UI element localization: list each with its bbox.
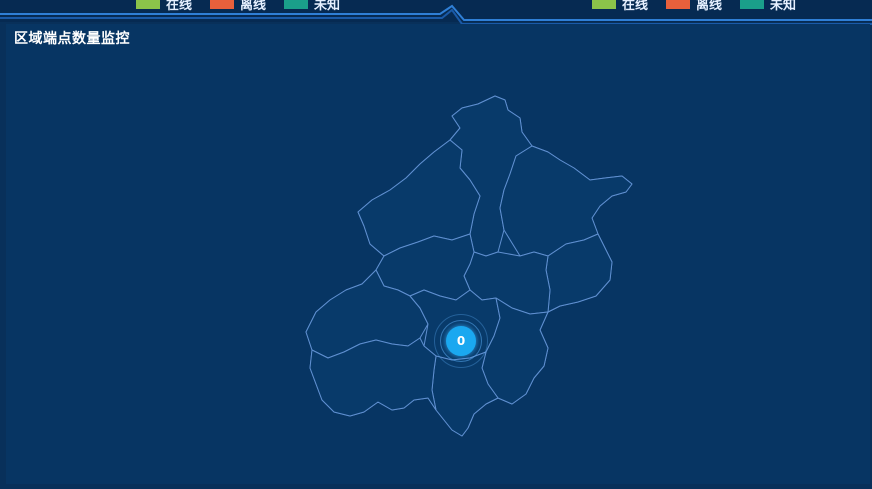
- map-district-northeast: [499, 145, 633, 257]
- endpoint-count-marker[interactable]: 0: [446, 326, 476, 356]
- beijing-map: [305, 95, 633, 437]
